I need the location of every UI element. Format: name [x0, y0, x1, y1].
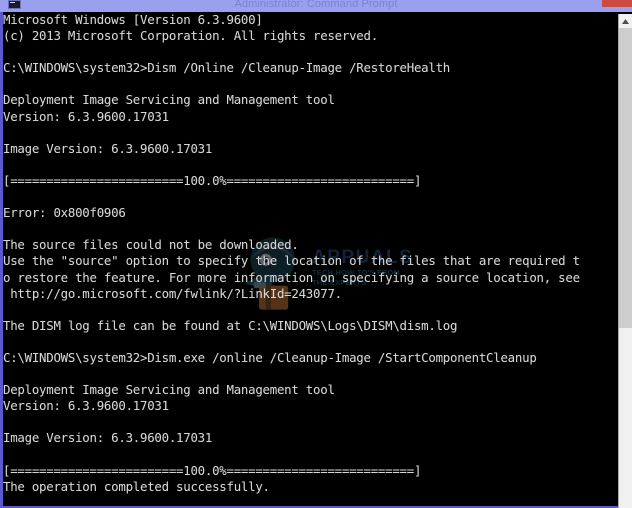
close-button[interactable] [602, 0, 632, 7]
window-title: Administrator: Command Prompt [234, 0, 398, 10]
console-line: Use the "source" option to specify the l… [3, 253, 580, 269]
scrollbar-thumb[interactable] [619, 28, 632, 328]
console-line: The DISM log file can be found at C:\WIN… [3, 317, 458, 333]
command-prompt-window: Administrator: Command Prompt APPUALS TE… [0, 0, 632, 508]
console-line: Deployment Image Servicing and Managemen… [3, 382, 335, 398]
console-line: Version: 6.3.9600.17031 [3, 398, 169, 414]
console-line: [========================100.0%=========… [3, 462, 422, 478]
console-line: Error: 0x800f0906 [3, 205, 126, 221]
console-text-buffer: Microsoft Windows [Version 6.3.9600] (c) … [3, 12, 619, 506]
minimize-button[interactable] [550, 0, 576, 7]
console-line: http://go.microsoft.com/fwlink/?LinkId=2… [3, 285, 342, 301]
console-line: Version: 6.3.9600.17031 [3, 108, 169, 124]
window-controls [550, 0, 632, 12]
vertical-scrollbar[interactable] [618, 14, 632, 508]
console-line: Deployment Image Servicing and Managemen… [3, 92, 335, 108]
chevron-up-icon [622, 18, 629, 24]
console-line: (c) 2013 Microsoft Corporation. All righ… [3, 28, 378, 44]
console-line: o restore the feature. For more informat… [3, 269, 580, 285]
console-line: C:\WINDOWS\system32>Dism /Online /Cleanu… [3, 60, 451, 76]
console-line: Image Version: 6.3.9600.17031 [3, 140, 213, 156]
console-line: C:\WINDOWS\system32>Dism.exe /online /Cl… [3, 349, 537, 365]
console-line: The operation completed successfully. [3, 478, 270, 494]
console-line: [========================100.0%=========… [3, 172, 422, 188]
window-titlebar[interactable]: Administrator: Command Prompt [0, 0, 632, 12]
console-output-area[interactable]: APPUALS TECH HOW-TO'S FROM THE EXPERTS M… [0, 12, 632, 508]
maximize-button[interactable] [576, 0, 602, 7]
console-line: The source files could not be downloaded… [3, 237, 299, 253]
console-line: Image Version: 6.3.9600.17031 [3, 430, 213, 446]
scroll-up-button[interactable] [619, 14, 632, 28]
scrollbar-track[interactable] [619, 328, 632, 508]
console-line: Microsoft Windows [Version 6.3.9600] [3, 12, 263, 27]
